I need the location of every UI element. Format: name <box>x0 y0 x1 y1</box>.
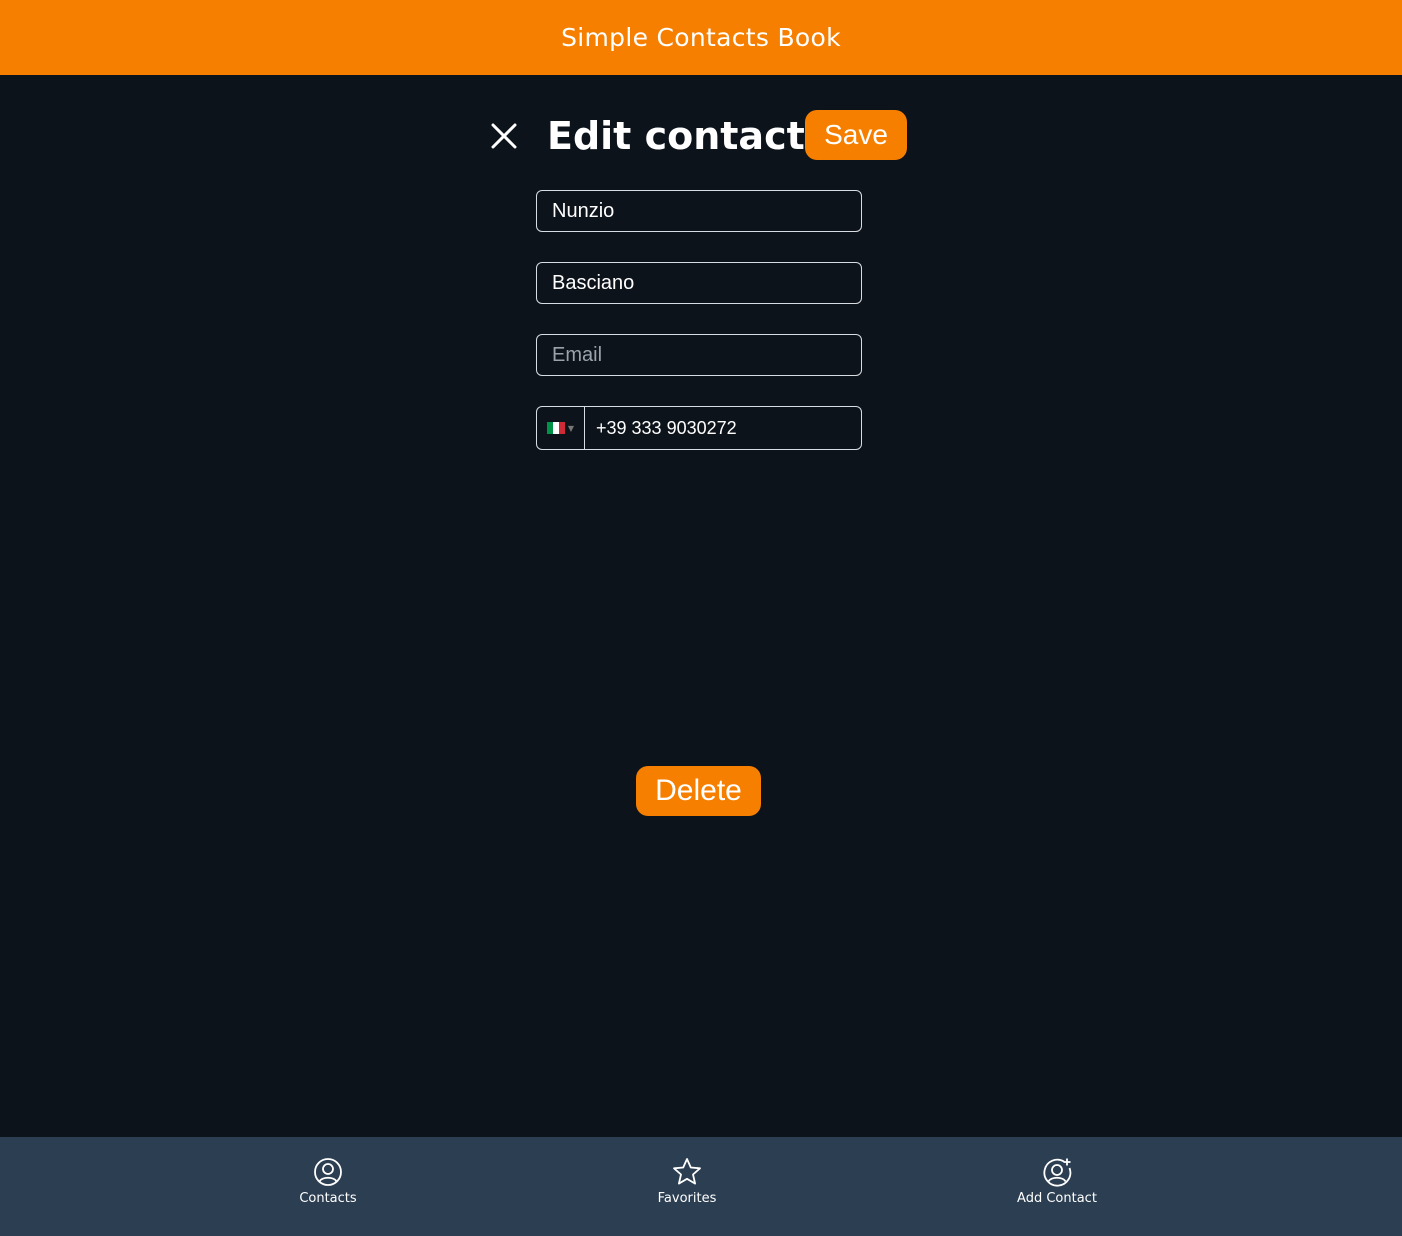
user-add-icon <box>1042 1157 1072 1187</box>
bottom-nav: Contacts Favorites Add Contact <box>0 1137 1402 1236</box>
nav-label: Add Contact <box>1017 1191 1097 1206</box>
email-field[interactable] <box>536 334 862 376</box>
nav-label: Favorites <box>657 1191 717 1206</box>
close-button[interactable] <box>486 118 522 154</box>
nav-item-contacts[interactable]: Contacts <box>258 1157 398 1217</box>
app-root: Simple Contacts Book Edit contact Save ▼… <box>0 0 1402 1236</box>
save-button[interactable]: Save <box>805 110 907 160</box>
app-title: Simple Contacts Book <box>561 23 841 52</box>
phone-field-group: ▼ <box>536 406 862 450</box>
top-bar: Simple Contacts Book <box>0 0 1402 75</box>
chevron-down-icon: ▼ <box>567 423 575 433</box>
country-code-select[interactable]: ▼ <box>537 407 585 449</box>
star-icon <box>672 1157 702 1187</box>
nav-item-add-contact[interactable]: Add Contact <box>987 1157 1127 1217</box>
last-name-field[interactable] <box>536 262 862 304</box>
user-circle-icon <box>313 1157 343 1187</box>
delete-button[interactable]: Delete <box>636 766 761 816</box>
nav-label: Contacts <box>299 1191 357 1206</box>
phone-field[interactable] <box>585 407 861 449</box>
nav-item-favorites[interactable]: Favorites <box>617 1157 757 1217</box>
edit-header: Edit contact Save <box>0 110 1402 162</box>
page-title: Edit contact <box>547 114 805 158</box>
first-name-field[interactable] <box>536 190 862 232</box>
close-icon <box>491 123 517 149</box>
italy-flag-icon <box>546 422 565 434</box>
